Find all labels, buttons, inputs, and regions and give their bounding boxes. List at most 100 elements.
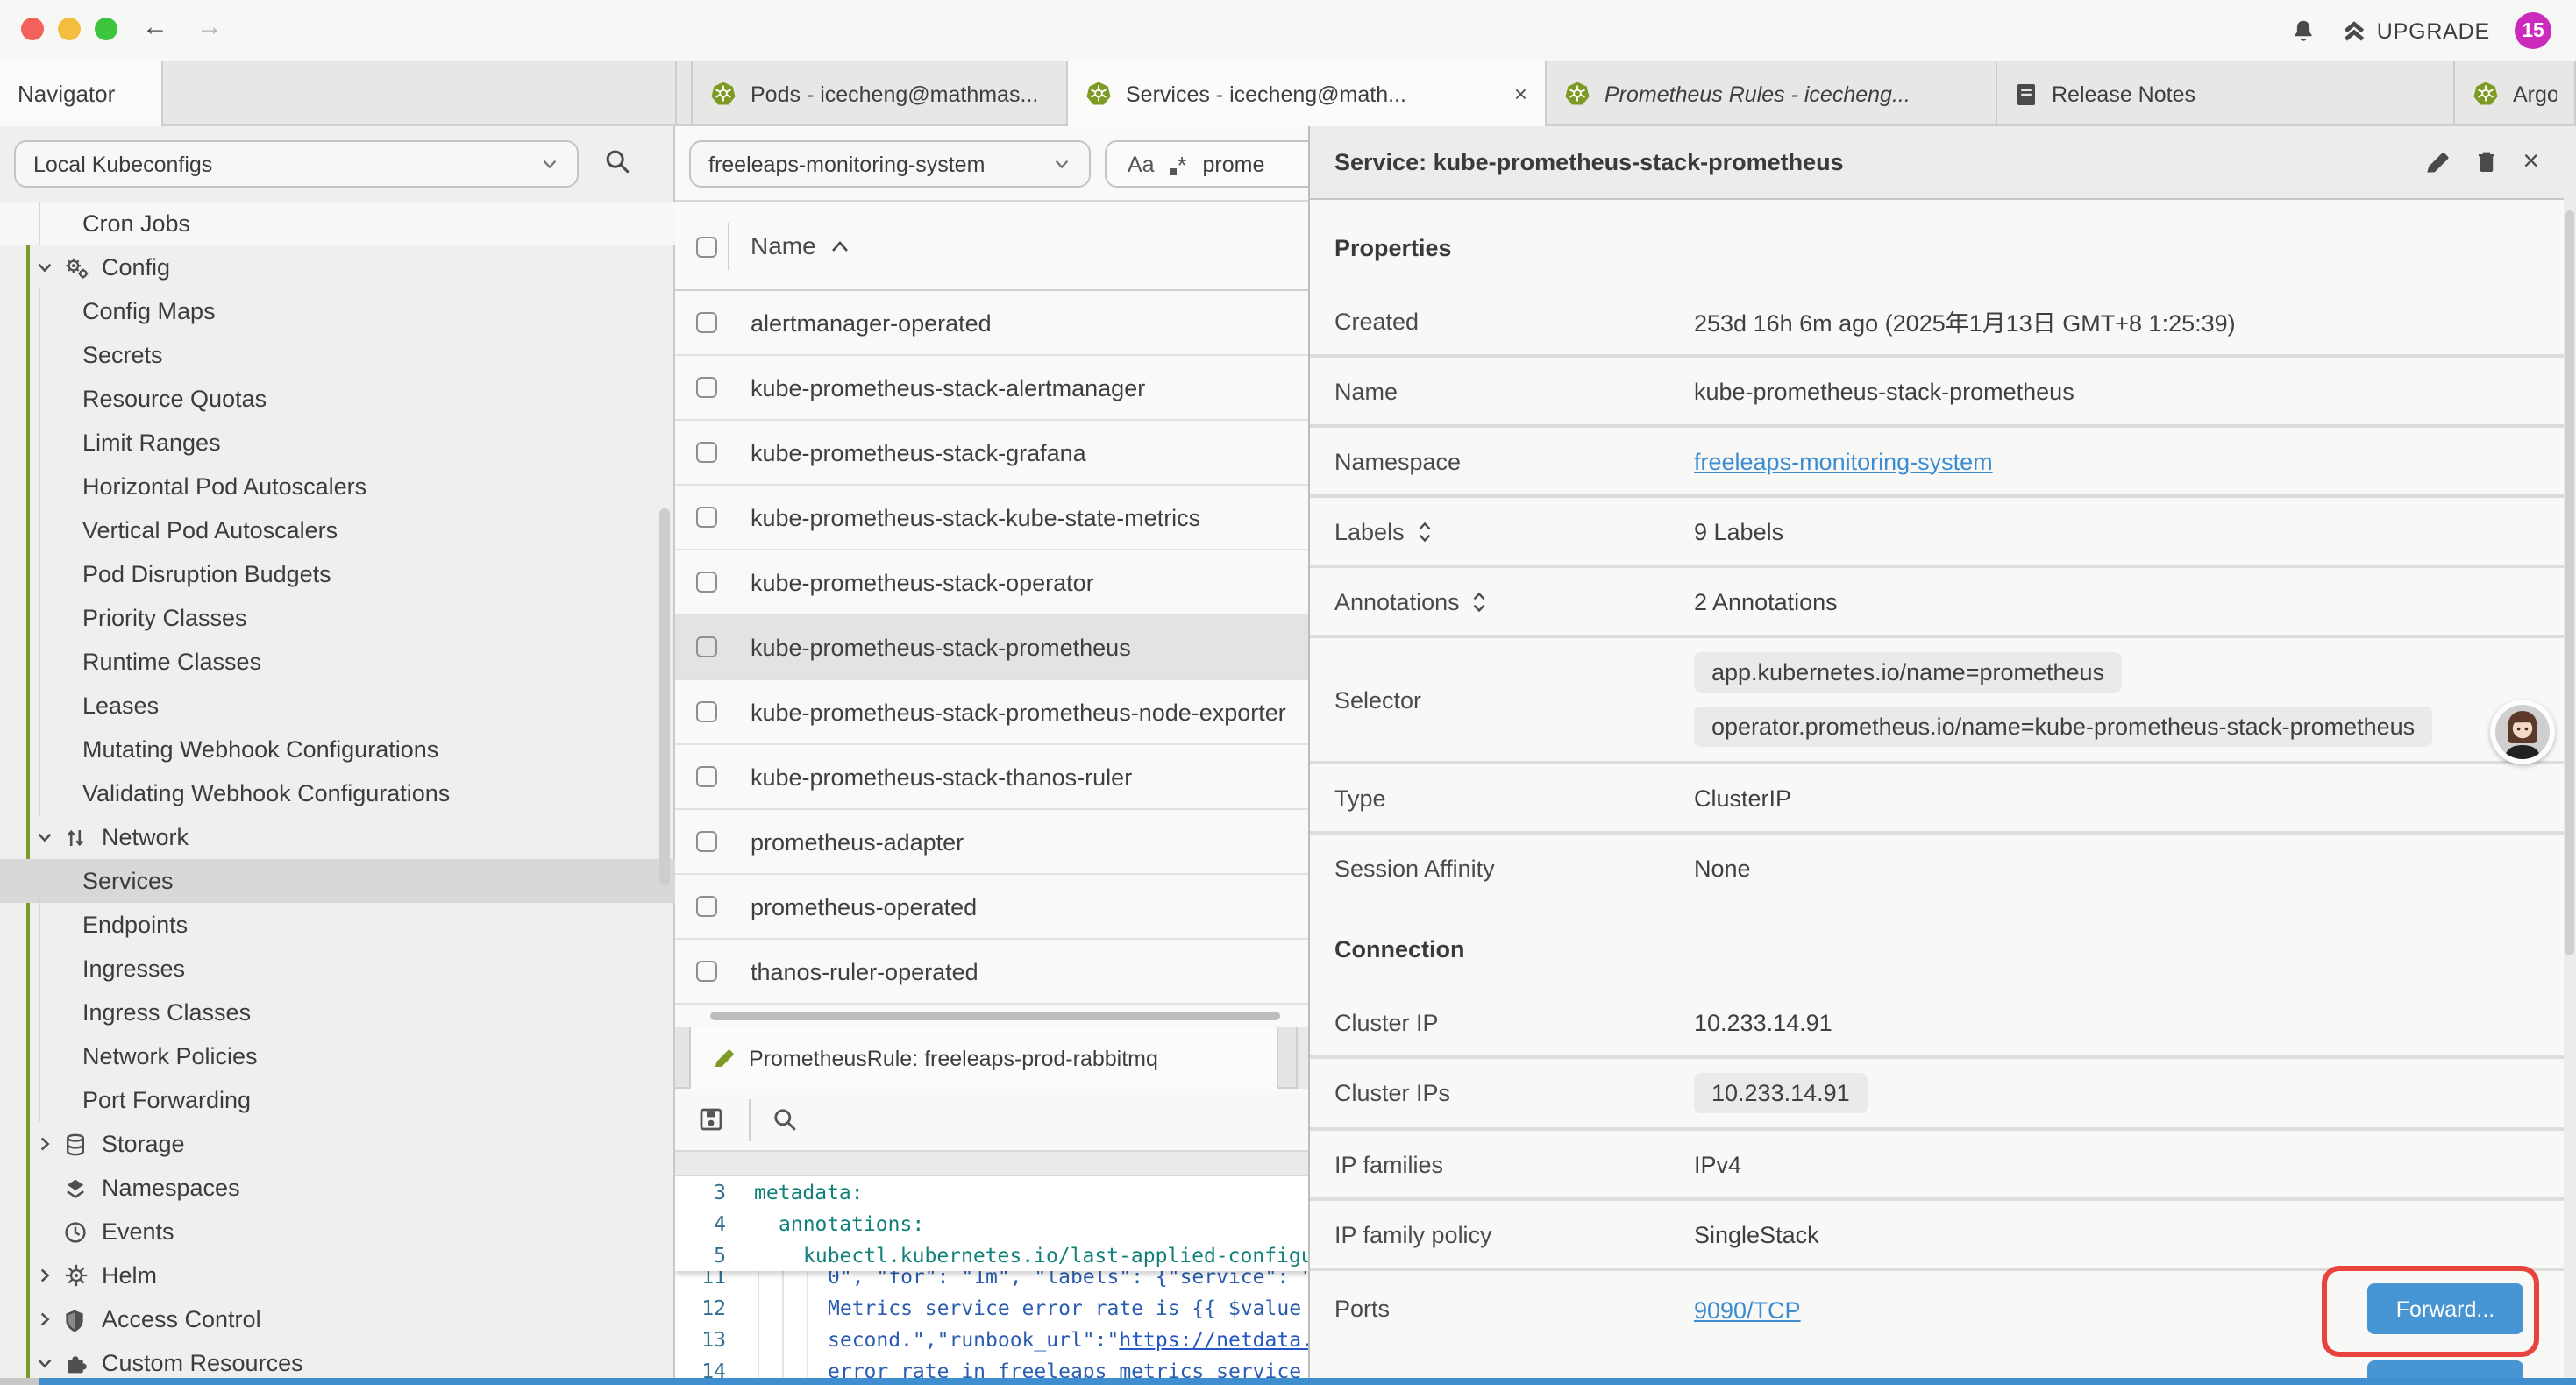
- window-close-button[interactable]: [21, 18, 44, 40]
- service-name: kube-prometheus-stack-operator: [751, 569, 1094, 595]
- editor-tab-next[interactable]: [1296, 1027, 1308, 1089]
- back-button[interactable]: ←: [142, 12, 168, 42]
- document-icon: [2015, 82, 2038, 106]
- window-zoom-button[interactable]: [95, 18, 117, 40]
- chevron-right-icon[interactable]: [35, 1266, 63, 1285]
- table-row-alertmanager-operated[interactable]: alertmanager-operated: [675, 291, 1308, 356]
- row-checkbox[interactable]: [696, 442, 717, 463]
- sidebar-item-mutating-webhook-configurations[interactable]: Mutating Webhook Configurations: [0, 728, 675, 771]
- sidebar-item-label: Resource Quotas: [82, 386, 267, 412]
- bell-icon[interactable]: [2291, 18, 2317, 44]
- row-checkbox[interactable]: [696, 831, 717, 852]
- tab-navigator[interactable]: Navigator: [0, 61, 163, 126]
- notification-badge[interactable]: 15: [2515, 12, 2551, 49]
- sidebar-item-limit-ranges[interactable]: Limit Ranges: [0, 421, 675, 465]
- sidebar-item-config[interactable]: Config: [0, 245, 675, 289]
- search-icon[interactable]: [603, 147, 631, 175]
- tab-release-notes[interactable]: Release Notes: [1997, 61, 2455, 126]
- sidebar-item-resource-quotas[interactable]: Resource Quotas: [0, 377, 675, 421]
- chevron-right-icon[interactable]: [35, 1134, 63, 1154]
- sidebar-item-namespaces[interactable]: Namespaces: [0, 1166, 675, 1210]
- sort-ascending-icon[interactable]: [829, 238, 850, 254]
- sidebar-item-secrets[interactable]: Secrets: [0, 333, 675, 377]
- expand-toggle-icon[interactable]: [1470, 590, 1490, 613]
- row-checkbox[interactable]: [696, 312, 717, 333]
- sidebar-item-helm[interactable]: Helm: [0, 1254, 675, 1297]
- sidebar-item-label: Services: [82, 868, 174, 894]
- port-link[interactable]: 9090/TCP: [1694, 1296, 1801, 1323]
- table-row-kube-prometheus-stack-operator[interactable]: kube-prometheus-stack-operator: [675, 550, 1308, 615]
- editor-search-icon[interactable]: [772, 1106, 798, 1133]
- sidebar-item-cron-jobs[interactable]: Cron Jobs: [0, 202, 675, 245]
- sidebar-item-ingresses[interactable]: Ingresses: [0, 947, 675, 991]
- sidebar-item-access-control[interactable]: Access Control: [0, 1297, 675, 1341]
- table-row-thanos-ruler-operated[interactable]: thanos-ruler-operated: [675, 940, 1308, 1005]
- sidebar-item-endpoints[interactable]: Endpoints: [0, 903, 675, 947]
- tab-services-icecheng-math[interactable]: Services - icecheng@math...×: [1068, 61, 1547, 126]
- tab-pods-icecheng-mathmas[interactable]: Pods - icecheng@mathmas...: [691, 61, 1068, 126]
- sidebar-item-pod-disruption-budgets[interactable]: Pod Disruption Budgets: [0, 552, 675, 596]
- edit-icon[interactable]: [2423, 149, 2449, 175]
- regex-icon[interactable]: *: [1171, 153, 1187, 175]
- sidebar-item-validating-webhook-configurations[interactable]: Validating Webhook Configurations: [0, 771, 675, 815]
- table-row-kube-prometheus-stack-prometheus[interactable]: kube-prometheus-stack-prometheus: [675, 615, 1308, 680]
- close-tab-icon[interactable]: ×: [1504, 81, 1527, 107]
- match-case-icon[interactable]: Aa: [1128, 152, 1155, 176]
- sidebar-scrollbar[interactable]: [659, 508, 670, 885]
- row-checkbox[interactable]: [696, 572, 717, 593]
- user-avatar[interactable]: [2490, 700, 2555, 764]
- upgrade-button[interactable]: UPGRADE: [2342, 18, 2490, 44]
- status-bar: [0, 1378, 2576, 1385]
- editor-tab-prometheusrule[interactable]: PrometheusRule: freeleaps-prod-rabbitmq: [689, 1027, 1278, 1089]
- save-icon[interactable]: [698, 1106, 724, 1133]
- chevron-right-icon[interactable]: [35, 1310, 63, 1329]
- row-checkbox[interactable]: [696, 896, 717, 917]
- sidebar-item-network[interactable]: Network: [0, 815, 675, 859]
- yaml-editor[interactable]: 110", "for": "1m", "labels": {"service":…: [675, 1176, 1308, 1378]
- sidebar-item-services[interactable]: Services: [0, 859, 675, 903]
- sidebar-item-storage[interactable]: Storage: [0, 1122, 675, 1166]
- row-checkbox[interactable]: [696, 636, 717, 657]
- sidebar-item-events[interactable]: Events: [0, 1210, 675, 1254]
- sidebar-item-config-maps[interactable]: Config Maps: [0, 289, 675, 333]
- detail-scrollbar[interactable]: [2565, 210, 2574, 955]
- tab-prometheus-rules-icecheng[interactable]: Prometheus Rules - icecheng...: [1547, 61, 1997, 126]
- kubeconfig-select[interactable]: Local Kubeconfigs: [14, 140, 579, 188]
- table-row-prometheus-adapter[interactable]: prometheus-adapter: [675, 810, 1308, 875]
- table-row-kube-prometheus-stack-alertmanager[interactable]: kube-prometheus-stack-alertmanager: [675, 356, 1308, 421]
- namespace-select[interactable]: freeleaps-monitoring-system: [689, 140, 1091, 188]
- row-checkbox[interactable]: [696, 701, 717, 722]
- sidebar-item-port-forwarding[interactable]: Port Forwarding: [0, 1078, 675, 1122]
- sidebar-item-priority-classes[interactable]: Priority Classes: [0, 596, 675, 640]
- row-checkbox[interactable]: [696, 507, 717, 528]
- sidebar-item-network-policies[interactable]: Network Policies: [0, 1034, 675, 1078]
- chevron-down-icon[interactable]: [35, 258, 63, 277]
- delete-icon[interactable]: [2473, 149, 2498, 175]
- row-checkbox[interactable]: [696, 377, 717, 398]
- table-row-kube-prometheus-stack-grafana[interactable]: kube-prometheus-stack-grafana: [675, 421, 1308, 486]
- table-row-kube-prometheus-stack-prometheus-node-exporter[interactable]: kube-prometheus-stack-prometheus-node-ex…: [675, 680, 1308, 745]
- horizontal-scrollbar[interactable]: [710, 1012, 1280, 1020]
- close-icon[interactable]: ×: [2523, 146, 2539, 178]
- chevron-down-icon[interactable]: [35, 1353, 63, 1373]
- table-row-prometheus-operated[interactable]: prometheus-operated: [675, 875, 1308, 940]
- sidebar-item-leases[interactable]: Leases: [0, 684, 675, 728]
- sidebar-item-vertical-pod-autoscalers[interactable]: Vertical Pod Autoscalers: [0, 508, 675, 552]
- forward-button[interactable]: →: [196, 12, 223, 42]
- tab-argo-se[interactable]: Argo Se: [2455, 61, 2576, 126]
- table-row-kube-prometheus-stack-kube-state-metrics[interactable]: kube-prometheus-stack-kube-state-metrics: [675, 486, 1308, 550]
- sidebar-item-runtime-classes[interactable]: Runtime Classes: [0, 640, 675, 684]
- expand-toggle-icon[interactable]: [1415, 520, 1434, 543]
- select-all-checkbox[interactable]: [696, 237, 717, 258]
- filter-input[interactable]: Aa * prome: [1105, 140, 1308, 188]
- window-minimize-button[interactable]: [58, 18, 81, 40]
- name-column-header[interactable]: Name: [751, 231, 816, 259]
- sidebar-item-ingress-classes[interactable]: Ingress Classes: [0, 991, 675, 1034]
- row-checkbox[interactable]: [696, 766, 717, 787]
- table-row-kube-prometheus-stack-thanos-ruler[interactable]: kube-prometheus-stack-thanos-ruler: [675, 745, 1308, 810]
- sidebar-item-horizontal-pod-autoscalers[interactable]: Horizontal Pod Autoscalers: [0, 465, 675, 508]
- chevron-down-icon[interactable]: [35, 827, 63, 847]
- namespace-link[interactable]: freeleaps-monitoring-system: [1694, 448, 1993, 474]
- row-checkbox[interactable]: [696, 961, 717, 982]
- sidebar-item-custom-resources[interactable]: Custom Resources: [0, 1341, 675, 1378]
